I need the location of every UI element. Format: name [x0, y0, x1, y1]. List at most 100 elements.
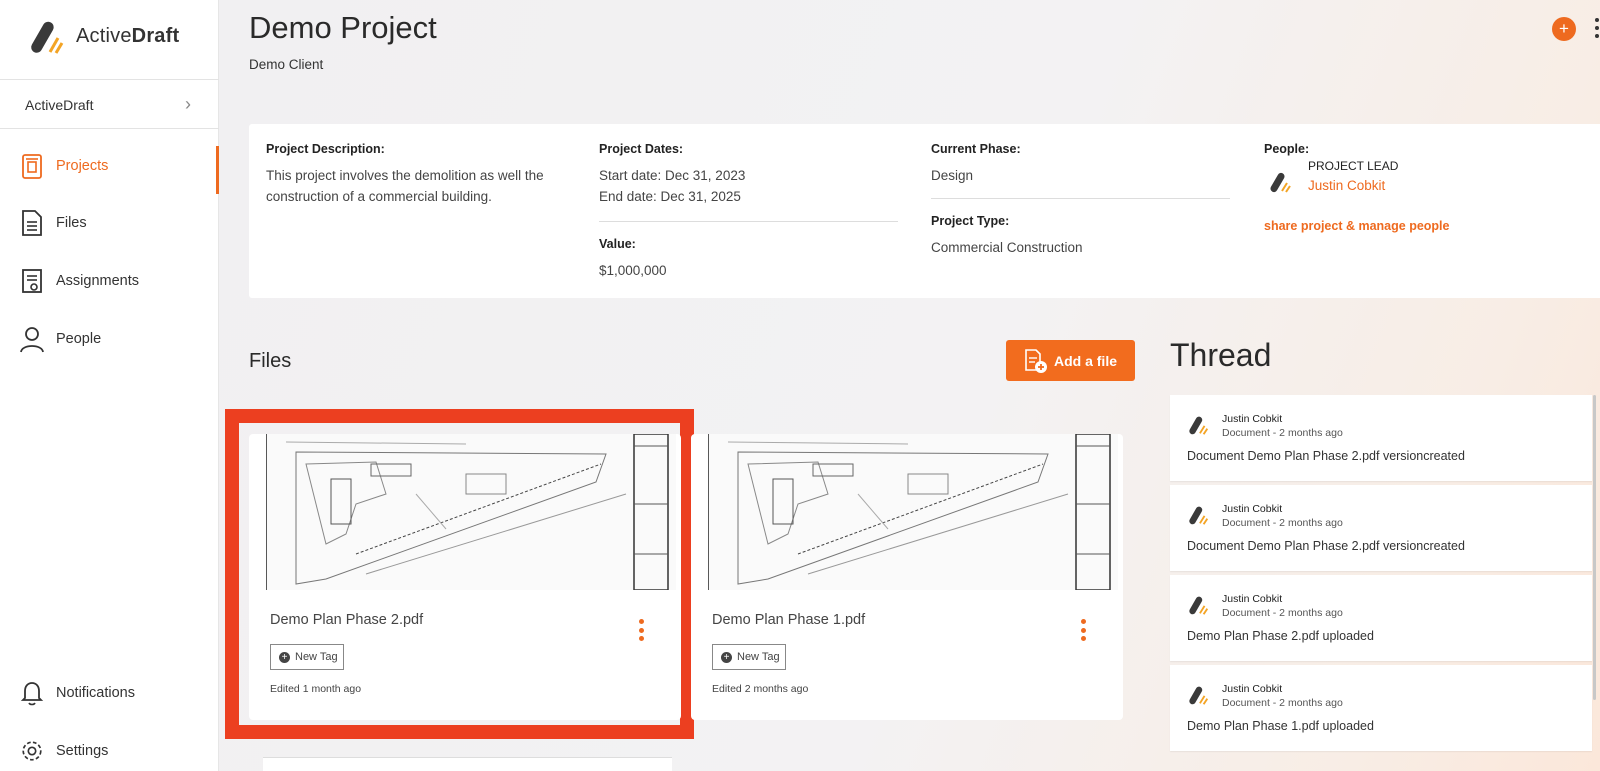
- page-title: Demo Project: [249, 10, 437, 45]
- sidebar-item-notifications[interactable]: Notifications: [0, 673, 219, 713]
- assignment-icon: [20, 267, 44, 295]
- file-name[interactable]: Demo Plan Phase 1.pdf: [712, 612, 865, 628]
- thread-author: Justin Cobkit: [1222, 683, 1283, 695]
- sidebar-item-label: Notifications: [56, 685, 135, 701]
- new-tag-button[interactable]: + New Tag: [270, 644, 344, 670]
- sidebar-item-files[interactable]: Files: [0, 203, 219, 243]
- phase-label: Current Phase:: [931, 142, 1021, 156]
- description-line: This project involves the demolition as …: [266, 168, 544, 183]
- bell-icon: [20, 679, 44, 707]
- more-options-icon[interactable]: [1081, 619, 1087, 645]
- thread-meta: Document - 2 months ago: [1222, 697, 1343, 709]
- dates-label: Project Dates:: [599, 142, 684, 156]
- dates-section: Project Dates: Start date: Dec 31, 2023 …: [599, 142, 898, 281]
- project-type: Commercial Construction: [931, 240, 1083, 255]
- lead-role: PROJECT LEAD: [1308, 159, 1399, 173]
- sidebar-item-label: Settings: [56, 743, 109, 759]
- current-phase: Design: [931, 168, 974, 183]
- more-options-icon[interactable]: [639, 619, 645, 645]
- app-logo[interactable]: ActiveDraft: [28, 14, 179, 58]
- file-thumbnail[interactable]: [708, 434, 1118, 590]
- thread-meta: Document - 2 months ago: [1222, 427, 1343, 439]
- org-switcher[interactable]: ActiveDraft ›: [0, 80, 219, 129]
- sidebar-item-label: Projects: [56, 158, 109, 174]
- more-options-icon[interactable]: [1595, 18, 1600, 40]
- tag-label: New Tag: [295, 651, 338, 663]
- divider: [931, 198, 1230, 199]
- thread-author: Justin Cobkit: [1222, 413, 1283, 425]
- lead-name-link[interactable]: Justin Cobkit: [1308, 175, 1385, 196]
- thread-title: Thread: [1170, 337, 1272, 373]
- people-section: People: PROJECT LEAD Justin Cobkit share…: [1264, 142, 1524, 233]
- value-label: Value:: [599, 237, 636, 251]
- sidebar-item-people[interactable]: People: [0, 319, 219, 359]
- sidebar-item-label: Assignments: [56, 273, 140, 289]
- plus-icon: +: [1559, 19, 1569, 38]
- thread-meta: Document - 2 months ago: [1222, 517, 1343, 529]
- file-card[interactable]: Demo Plan Phase 1.pdf + New Tag Edited 2…: [691, 434, 1123, 720]
- file-thumbnail[interactable]: [266, 434, 676, 590]
- gear-icon: [20, 737, 44, 765]
- thread-scrollbar[interactable]: [1593, 395, 1596, 700]
- new-tag-button[interactable]: + New Tag: [712, 644, 786, 670]
- edited-time: Edited 1 month ago: [270, 683, 362, 695]
- people-label: People:: [1264, 142, 1310, 156]
- avatar: [1270, 172, 1291, 193]
- sidebar-item-label: People: [56, 331, 102, 347]
- start-date: Start date: Dec 31, 2023: [599, 168, 746, 183]
- thread-meta: Document - 2 months ago: [1222, 607, 1343, 619]
- avatar: [1189, 686, 1209, 705]
- project-value: $1,000,000: [599, 263, 667, 278]
- plus-circle-icon: +: [279, 651, 290, 663]
- sidebar: ActiveDraft ActiveDraft › Projects Files…: [0, 0, 219, 771]
- org-name: ActiveDraft: [25, 96, 94, 113]
- sidebar-item-assignments[interactable]: Assignments: [0, 261, 219, 301]
- phase-section: Current Phase: Design Project Type: Comm…: [931, 142, 1230, 258]
- thread-item[interactable]: Justin Cobkit Document - 2 months ago Do…: [1170, 485, 1592, 571]
- file-name[interactable]: Demo Plan Phase 2.pdf: [270, 612, 423, 628]
- thread-item[interactable]: Justin Cobkit Document - 2 months ago De…: [1170, 575, 1592, 661]
- file-card[interactable]: [263, 757, 672, 771]
- chevron-right-icon: ›: [185, 94, 191, 114]
- add-file-icon: [1025, 348, 1047, 373]
- files-section-title: Files: [249, 350, 292, 372]
- thread-text: Demo Plan Phase 1.pdf uploaded: [1187, 719, 1374, 733]
- divider: [0, 128, 219, 129]
- add-file-label: Add a file: [1053, 352, 1117, 369]
- sidebar-item-label: Files: [56, 215, 87, 231]
- person-icon: [20, 325, 44, 353]
- logo-text: ActiveDraft: [76, 24, 180, 47]
- tag-label: New Tag: [737, 651, 780, 663]
- add-button[interactable]: +: [1552, 17, 1576, 41]
- projects-icon: [20, 152, 44, 180]
- description-line: construction of a commercial building.: [266, 189, 492, 204]
- thread-text: Document Demo Plan Phase 2.pdf versioncr…: [1187, 449, 1465, 463]
- plus-circle-icon: +: [721, 651, 732, 663]
- thread-item[interactable]: Justin Cobkit Document - 2 months ago Do…: [1170, 395, 1592, 481]
- thread-text: Demo Plan Phase 2.pdf uploaded: [1187, 629, 1374, 643]
- blueprint-thumbnail-image: [266, 434, 669, 590]
- edited-time: Edited 2 months ago: [712, 683, 809, 695]
- thread-author: Justin Cobkit: [1222, 593, 1283, 605]
- divider: [599, 221, 898, 222]
- avatar: [1189, 416, 1209, 435]
- client-name: Demo Client: [249, 57, 324, 72]
- project-info-card: Project Description: This project involv…: [249, 124, 1600, 298]
- sidebar-item-settings[interactable]: Settings: [0, 731, 219, 771]
- avatar: [1189, 596, 1209, 615]
- project-lead: PROJECT LEAD Justin Cobkit: [1264, 159, 1524, 201]
- blueprint-thumbnail-image: [708, 434, 1111, 590]
- description-label: Project Description:: [266, 142, 385, 156]
- type-label: Project Type:: [931, 214, 1010, 228]
- file-card[interactable]: Demo Plan Phase 2.pdf + New Tag Edited 1…: [249, 434, 681, 720]
- add-file-button[interactable]: Add a file: [1006, 340, 1135, 381]
- avatar: [1189, 506, 1209, 525]
- thread-author: Justin Cobkit: [1222, 503, 1283, 515]
- main-content: Demo Project Demo Client + Project Descr…: [219, 0, 1600, 771]
- sidebar-item-projects[interactable]: Projects: [0, 146, 219, 194]
- end-date: End date: Dec 31, 2025: [599, 189, 741, 204]
- thread-text: Document Demo Plan Phase 2.pdf versioncr…: [1187, 539, 1465, 553]
- thread-item[interactable]: Justin Cobkit Document - 2 months ago De…: [1170, 665, 1592, 751]
- file-icon: [20, 209, 44, 237]
- manage-people-link[interactable]: share project & manage people: [1264, 219, 1524, 233]
